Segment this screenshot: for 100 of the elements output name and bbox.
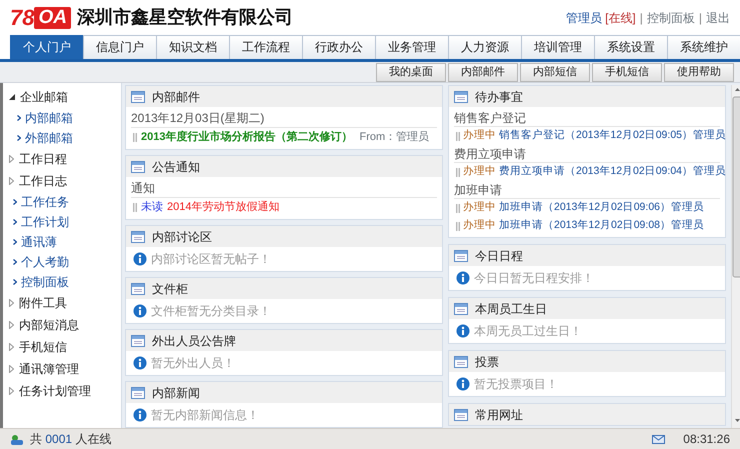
chevron-icon <box>17 115 21 121</box>
sidebar-item[interactable]: 企业邮箱 <box>3 86 121 108</box>
window-icon <box>454 90 468 102</box>
nav-tab[interactable]: 业务管理 <box>375 35 449 59</box>
bullet-icon <box>133 133 137 142</box>
window-icon <box>131 90 145 102</box>
collapsed-arrow-icon <box>9 387 14 395</box>
nav-tab[interactable]: 个人门户 <box>10 35 84 59</box>
panel-title: 文件柜 <box>152 280 188 298</box>
user-link[interactable]: 管理员 <box>566 8 602 26</box>
chevron-icon <box>17 135 21 141</box>
bullet-icon <box>456 222 460 230</box>
sidebar-subitem[interactable]: 内部邮箱 <box>3 108 121 128</box>
todo-link[interactable]: 销售客户登记（2013年12月02日09:05）管理员 <box>499 128 726 144</box>
nav-tab[interactable]: 信息门户 <box>83 35 157 59</box>
status-label: 办理中 <box>463 218 496 234</box>
sidebar-subitem[interactable]: 外部邮箱 <box>3 128 121 148</box>
chevron-icon <box>13 199 17 205</box>
nav-tab[interactable]: 行政办公 <box>302 35 376 59</box>
unread-label: 未读 <box>141 200 163 216</box>
info-icon <box>456 377 470 391</box>
sidebar-item[interactable]: 工作日志 <box>3 170 121 192</box>
users-icon <box>10 434 24 444</box>
header-link[interactable]: 退出 <box>706 8 730 26</box>
empty-message: 暂无内部新闻信息！ <box>151 407 259 424</box>
window-icon <box>131 334 145 346</box>
nav-tab[interactable]: 工作流程 <box>229 35 303 59</box>
info-icon <box>133 252 147 266</box>
category-text: 销售客户登记 <box>454 109 720 127</box>
panel-title: 今日日程 <box>475 248 523 264</box>
nav-tab[interactable]: 人力资源 <box>448 35 522 59</box>
status-label: 办理中 <box>463 164 496 180</box>
window-icon <box>131 386 145 398</box>
sidebar-link[interactable]: 个人考勤 <box>3 252 121 272</box>
sidebar-item[interactable]: 手机短信 <box>3 336 121 358</box>
company-name: 深圳市鑫星空软件有限公司 <box>76 6 293 29</box>
category-text: 通知 <box>131 179 437 198</box>
todo-link[interactable]: 费用立项申请（2013年12月02日09:04）管理员 <box>499 164 726 180</box>
info-icon <box>133 304 147 318</box>
header-link[interactable]: 控制面板 <box>646 8 695 26</box>
separator: | <box>698 10 703 26</box>
category-text: 加班申请 <box>454 181 720 199</box>
mail-link[interactable]: 2013年度行业市场分析报告（第二次修订） <box>141 129 352 146</box>
sender-text: From：管理员 <box>359 130 430 146</box>
nav-tab[interactable]: 培训管理 <box>521 35 595 59</box>
collapsed-arrow-icon <box>9 321 14 329</box>
collapsed-arrow-icon <box>9 365 14 373</box>
chevron-icon <box>13 239 17 245</box>
info-icon <box>133 408 147 422</box>
collapsed-arrow-icon <box>9 343 14 351</box>
status-label: 办理中 <box>463 200 496 216</box>
sidebar-item[interactable]: 内部短消息 <box>3 314 121 336</box>
panel-title: 内部新闻 <box>152 384 200 402</box>
chevron-icon <box>13 259 17 265</box>
window-icon <box>131 282 145 294</box>
sidebar-link[interactable]: 通讯薄 <box>3 232 121 252</box>
expanded-arrow-icon <box>9 94 15 100</box>
empty-message: 暂无投票项目！ <box>474 376 558 393</box>
date-text: 2013年12月03日(星期二) <box>131 109 437 128</box>
separator: | <box>638 10 644 26</box>
todo-link[interactable]: 加班申请（2013年12月02日09:08）管理员 <box>499 218 704 234</box>
bullet-icon <box>456 204 460 212</box>
toolbar-button[interactable]: 内部邮件 <box>448 62 518 82</box>
empty-message: 本周无员工过生日！ <box>474 323 582 340</box>
bullet-icon <box>456 132 460 140</box>
panel-title: 常用网址 <box>475 406 523 424</box>
collapsed-arrow-icon <box>9 177 14 185</box>
chevron-icon <box>13 219 17 225</box>
toolbar-button[interactable]: 内部短信 <box>520 62 590 82</box>
toolbar-button[interactable]: 使用帮助 <box>664 62 734 82</box>
notice-link[interactable]: 2014年劳动节放假通知 <box>167 199 280 216</box>
info-icon <box>456 324 470 338</box>
info-icon <box>133 356 147 370</box>
sidebar-link[interactable]: 工作任务 <box>3 192 121 212</box>
toolbar-button[interactable]: 我的桌面 <box>376 62 446 82</box>
window-icon <box>454 356 468 368</box>
sidebar-link[interactable]: 工作计划 <box>3 212 121 232</box>
sidebar-item[interactable]: 工作日程 <box>3 148 121 170</box>
sidebar-link[interactable]: 控制面板 <box>3 272 121 292</box>
sidebar-item[interactable]: 通讯簿管理 <box>3 358 121 380</box>
panel-title: 内部讨论区 <box>152 228 212 246</box>
nav-tab[interactable]: 知识文档 <box>156 35 230 59</box>
online-status: [在线] <box>605 10 636 26</box>
window-icon <box>131 160 145 172</box>
panel-title: 内部邮件 <box>152 88 200 106</box>
sidebar-item[interactable]: 附件工具 <box>3 292 121 314</box>
window-icon <box>454 408 468 420</box>
clock-text: 08:31:26 <box>683 431 730 448</box>
empty-message: 文件柜暂无分类目录！ <box>151 303 271 320</box>
category-text: 费用立项申请 <box>454 145 720 163</box>
toolbar-button[interactable]: 手机短信 <box>592 62 662 82</box>
window-icon <box>454 250 468 262</box>
mail-icon <box>652 434 666 444</box>
panel-title: 外出人员公告牌 <box>152 332 236 350</box>
empty-message: 今日日暂无日程安排！ <box>474 270 594 287</box>
empty-message: 内部讨论区暂无帖子！ <box>151 251 271 268</box>
nav-tab[interactable]: 系统设置 <box>594 35 668 59</box>
nav-tab[interactable]: 系统维护 <box>667 35 740 59</box>
sidebar-item[interactable]: 任务计划管理 <box>3 380 121 402</box>
todo-link[interactable]: 加班申请（2013年12月02日09:06）管理员 <box>499 200 704 216</box>
